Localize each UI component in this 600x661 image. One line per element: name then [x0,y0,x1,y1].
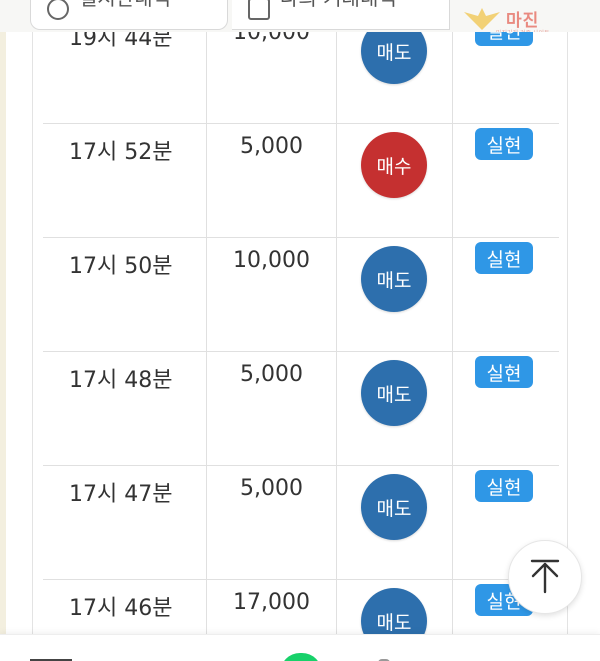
table-row: 17시 48분 5,000 매도 실현 [43,352,559,466]
status-badge[interactable]: 실현 [475,356,533,388]
trade-amount: 17,000 [233,590,310,615]
buy-button[interactable]: 매수 [361,132,427,198]
trade-amount: 5,000 [240,362,303,387]
tab-realtime-label: 실시간내역 [79,0,171,11]
table-row: 17시 47분 5,000 매도 실현 [43,466,559,580]
tab-my-history-label: 나의 거래내역 [280,0,397,11]
status-badge[interactable]: 실현 [475,470,533,502]
status-badge[interactable]: 실현 [475,242,533,274]
home-icon[interactable] [280,653,322,661]
document-icon [248,0,270,20]
sell-button[interactable]: 매도 [361,246,427,312]
status-badge[interactable]: 실현 [475,32,533,46]
table-row: 17시 52분 5,000 매수 실현 [43,124,559,238]
trade-amount: 10,000 [233,248,310,273]
status-badge[interactable]: 실현 [475,128,533,160]
table-row: 17시 50분 10,000 매도 실현 [43,238,559,352]
tab-realtime[interactable]: 실시간내역 [30,0,228,30]
trade-history-table: 19시 44분 10,000 매도 실현 17시 52분 5,000 매수 실현… [32,32,568,634]
table-row: 17시 46분 17,000 매도 실현 [43,580,559,634]
arrow-up-icon [530,559,560,594]
trade-amount: 5,000 [240,476,303,501]
scroll-to-top-button[interactable] [508,540,582,614]
page-edge [0,0,6,661]
trade-amount: 5,000 [240,134,303,159]
clock-icon [47,0,69,20]
sell-button[interactable]: 매도 [361,32,427,84]
sell-button[interactable]: 매도 [361,360,427,426]
tab-my-history[interactable]: 나의 거래내역 [232,0,450,30]
table-row: 19시 44분 10,000 매도 실현 [43,32,559,124]
tab-bar: 실시간내역 나의 거래내역 마진 마진거래 검증 사이트 [0,0,600,37]
sell-button[interactable]: 매도 [361,588,427,634]
sell-button[interactable]: 매도 [361,474,427,540]
bottom-nav [0,634,600,661]
trade-amount: 10,000 [233,32,310,45]
